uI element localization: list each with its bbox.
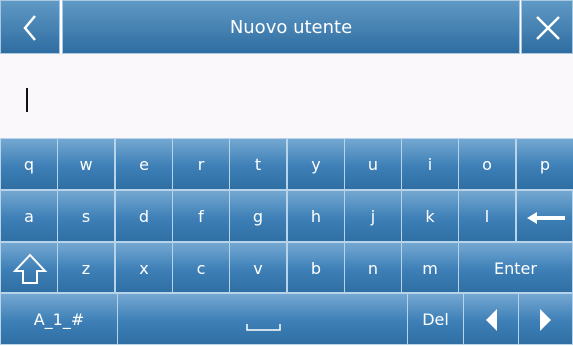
key-p-label: p bbox=[539, 155, 551, 174]
key-r[interactable]: r bbox=[172, 138, 230, 190]
key-g[interactable]: g bbox=[229, 190, 287, 242]
key-f-label: f bbox=[198, 207, 204, 226]
key-o[interactable]: o bbox=[458, 138, 516, 190]
enter-key[interactable]: Enter bbox=[458, 242, 573, 293]
key-m[interactable]: m bbox=[401, 242, 459, 293]
key-h[interactable]: h bbox=[287, 190, 345, 242]
key-z[interactable]: z bbox=[57, 242, 115, 293]
key-c[interactable]: c bbox=[172, 242, 230, 293]
key-t[interactable]: t bbox=[229, 138, 287, 190]
close-button[interactable] bbox=[521, 0, 573, 54]
key-q-label: q bbox=[23, 155, 35, 174]
del-key-label: Del bbox=[422, 310, 449, 329]
mode-toggle-key-label: A_1_# bbox=[33, 310, 85, 329]
space-bar-icon bbox=[246, 324, 281, 331]
shift-arrow-icon bbox=[12, 253, 48, 284]
key-b[interactable]: b bbox=[287, 242, 345, 293]
key-n[interactable]: n bbox=[344, 242, 402, 293]
text-input-field[interactable] bbox=[0, 54, 573, 138]
key-e-label: e bbox=[139, 155, 149, 174]
key-l[interactable]: l bbox=[458, 190, 516, 242]
key-d-label: d bbox=[138, 207, 150, 226]
close-icon bbox=[536, 16, 560, 40]
key-s-label: s bbox=[81, 207, 91, 226]
cursor-right-key[interactable] bbox=[518, 293, 573, 345]
text-cursor bbox=[26, 88, 28, 112]
key-v[interactable]: v bbox=[229, 242, 287, 293]
key-j-label: j bbox=[370, 207, 376, 226]
key-x[interactable]: x bbox=[115, 242, 173, 293]
key-i-label: i bbox=[427, 155, 433, 174]
key-u-label: u bbox=[367, 155, 379, 174]
cursor-left-key[interactable] bbox=[463, 293, 519, 345]
del-key[interactable]: Del bbox=[407, 293, 464, 345]
key-f[interactable]: f bbox=[172, 190, 230, 242]
key-y[interactable]: y bbox=[287, 138, 345, 190]
key-b-label: b bbox=[310, 259, 322, 278]
key-p[interactable]: p bbox=[516, 138, 573, 190]
enter-key-label: Enter bbox=[494, 259, 537, 278]
page-title: Nuovo utente bbox=[62, 0, 520, 54]
on-screen-keyboard: q w e r t y u i o p a s d f g h j k l z x c v b n m Enter A_1_# Del bbox=[0, 138, 573, 345]
backspace-key[interactable] bbox=[516, 190, 573, 242]
key-m-label: m bbox=[422, 259, 438, 278]
key-q[interactable]: q bbox=[0, 138, 58, 190]
triangle-left-icon bbox=[486, 309, 497, 331]
key-w[interactable]: w bbox=[57, 138, 115, 190]
chevron-left-icon bbox=[23, 15, 36, 41]
key-o-label: o bbox=[482, 155, 492, 174]
key-t-label: t bbox=[254, 155, 262, 174]
key-k-label: k bbox=[425, 207, 435, 226]
key-a[interactable]: a bbox=[0, 190, 58, 242]
key-n-label: n bbox=[367, 259, 379, 278]
key-d[interactable]: d bbox=[115, 190, 173, 242]
header-bar: Nuovo utente bbox=[0, 0, 573, 54]
key-i[interactable]: i bbox=[401, 138, 459, 190]
space-key[interactable] bbox=[117, 293, 408, 345]
key-g-label: g bbox=[252, 207, 264, 226]
key-c-label: c bbox=[196, 259, 206, 278]
key-x-label: x bbox=[139, 259, 149, 278]
triangle-right-icon bbox=[540, 309, 551, 331]
key-e[interactable]: e bbox=[115, 138, 173, 190]
key-j[interactable]: j bbox=[344, 190, 402, 242]
key-h-label: h bbox=[310, 207, 322, 226]
shift-key[interactable] bbox=[0, 242, 58, 293]
mode-toggle-key[interactable]: A_1_# bbox=[0, 293, 118, 345]
key-r-label: r bbox=[197, 155, 205, 174]
key-s[interactable]: s bbox=[57, 190, 115, 242]
key-v-label: v bbox=[253, 259, 263, 278]
backspace-arrow-icon bbox=[527, 212, 565, 224]
key-w-label: w bbox=[79, 155, 93, 174]
key-z-label: z bbox=[81, 259, 91, 278]
back-button[interactable] bbox=[0, 0, 60, 54]
key-a-label: a bbox=[24, 207, 34, 226]
key-l-label: l bbox=[484, 207, 490, 226]
key-k[interactable]: k bbox=[401, 190, 459, 242]
key-u[interactable]: u bbox=[344, 138, 402, 190]
key-y-label: y bbox=[311, 155, 321, 174]
